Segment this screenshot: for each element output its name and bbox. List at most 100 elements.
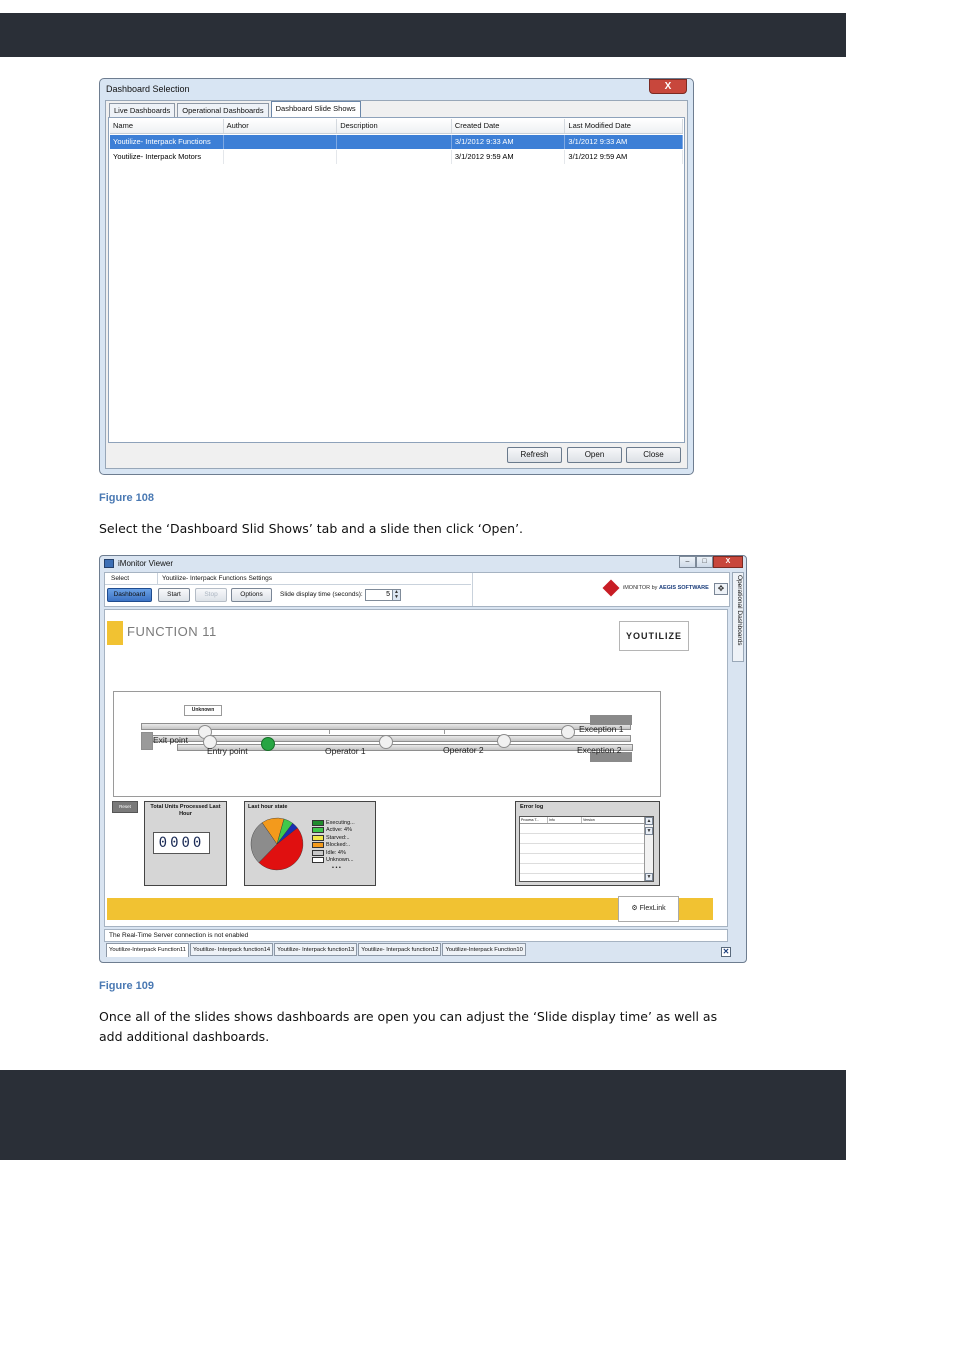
column-header-author[interactable]: Author bbox=[224, 119, 338, 133]
legend-label: Executing... bbox=[326, 819, 355, 826]
cell-created-date: 3/1/2012 9:33 AM bbox=[452, 135, 566, 149]
tab-function12[interactable]: Youtilize- Interpack function12 bbox=[358, 943, 442, 956]
toolbar-divider bbox=[105, 584, 471, 585]
aegis-brand-text: iMONITOR by AEGIS SOFTWARE bbox=[623, 585, 709, 591]
legend-item: Executing... bbox=[312, 819, 355, 827]
operational-dashboards-side-tab[interactable]: Operational Dashboards bbox=[732, 572, 744, 662]
slide-show-list: Name Author Description Created Date Las… bbox=[108, 117, 685, 443]
roller bbox=[561, 725, 575, 739]
legend-label: Blocked:.. bbox=[326, 842, 351, 849]
dialog-tabs: Live Dashboards Operational Dashboards D… bbox=[109, 101, 363, 117]
column-header-created-date[interactable]: Created Date bbox=[452, 119, 566, 133]
instruction-text: Select the ‘Dashboard Slid Shows’ tab an… bbox=[99, 521, 524, 536]
toolbar: Select Youtilize- Interpack Functions Se… bbox=[104, 572, 730, 607]
dashboard-title: FUNCTION 11 bbox=[127, 624, 217, 639]
exit-end-block bbox=[141, 732, 153, 750]
footer-band-page bbox=[0, 1070, 846, 1160]
header-band bbox=[0, 13, 846, 57]
aegis-logo-icon bbox=[602, 579, 620, 597]
cell-description bbox=[337, 135, 452, 149]
conveyor-tick bbox=[329, 730, 330, 734]
stepper-arrows-icon[interactable]: ▲ ▼ bbox=[392, 590, 400, 600]
cell-author bbox=[224, 135, 338, 149]
legend-label: Active: 4% bbox=[326, 827, 352, 834]
legend-item: Active: 4% bbox=[312, 827, 355, 835]
list-header: Name Author Description Created Date Las… bbox=[110, 119, 684, 134]
window-title: iMonitor Viewer bbox=[118, 559, 173, 568]
open-button[interactable]: Open bbox=[567, 447, 622, 463]
units-counter: 0000 bbox=[153, 832, 210, 854]
exception2-label: Exception 2 bbox=[577, 745, 622, 755]
tab-function14[interactable]: Youtilize- Interpack function14 bbox=[190, 943, 274, 956]
slide-time-stepper[interactable]: 5 ▲ ▼ bbox=[365, 589, 401, 601]
error-col-process[interactable]: Process T... bbox=[520, 817, 548, 823]
last-hour-state-panel: Last hour state Executing... Active: 4% … bbox=[244, 801, 376, 886]
tab-dashboard-slide-shows[interactable]: Dashboard Slide Shows bbox=[270, 101, 361, 117]
slide-time-value: 5 bbox=[386, 591, 390, 598]
conveyor-tick bbox=[444, 730, 445, 734]
tab-live-dashboards[interactable]: Live Dashboards bbox=[109, 103, 176, 117]
exit-point-label: Exit point bbox=[153, 735, 188, 745]
units-processed-panel: Total Units Processed Last Hour 0000 bbox=[144, 801, 227, 886]
dialog-body: Live Dashboards Operational Dashboards D… bbox=[105, 100, 688, 469]
error-col-version[interactable]: Version bbox=[582, 817, 646, 823]
window-close-button[interactable]: X bbox=[713, 556, 743, 568]
cell-modified-date: 3/1/2012 9:59 AM bbox=[565, 150, 684, 164]
entry-point-label: Entry point bbox=[207, 746, 248, 756]
column-header-description[interactable]: Description bbox=[337, 119, 452, 133]
pie-svg bbox=[250, 817, 304, 871]
error-log-title: Error log bbox=[520, 804, 544, 810]
table-row bbox=[520, 824, 646, 834]
column-header-name[interactable]: Name bbox=[110, 119, 224, 133]
tab-function10[interactable]: Youtilize-Interpack Function10 bbox=[442, 943, 526, 956]
error-col-info[interactable]: Info bbox=[548, 817, 582, 823]
scroll-down-icon[interactable]: ▼ bbox=[645, 827, 653, 835]
table-row[interactable]: Youtilize- Interpack Functions 3/1/2012 … bbox=[110, 135, 684, 149]
scroll-up-icon[interactable]: ▲ bbox=[645, 817, 653, 825]
cell-created-date: 3/1/2012 9:59 AM bbox=[452, 150, 566, 164]
stop-button[interactable]: Stop bbox=[195, 588, 227, 602]
operator1-label: Operator 1 bbox=[325, 746, 366, 756]
refresh-button[interactable]: Refresh bbox=[507, 447, 562, 463]
table-row bbox=[520, 864, 646, 874]
legend-label: Idle: 4% bbox=[326, 849, 346, 856]
close-button[interactable]: Close bbox=[626, 447, 681, 463]
cell-description bbox=[337, 150, 452, 164]
reset-button[interactable]: Reset bbox=[112, 801, 138, 813]
cell-author bbox=[224, 150, 338, 164]
dialog-close-button[interactable]: X bbox=[649, 79, 687, 94]
dialog-title: Dashboard Selection bbox=[106, 84, 190, 94]
maximize-button[interactable]: □ bbox=[696, 556, 713, 568]
legend-swatch bbox=[312, 842, 324, 849]
legend-swatch bbox=[312, 857, 324, 864]
start-button[interactable]: Start bbox=[158, 588, 190, 602]
error-log-scrollbar[interactable]: ▲ ▼ ▼ bbox=[644, 817, 653, 881]
options-button[interactable]: Options bbox=[231, 588, 272, 602]
cell-name: Youtilize- Interpack Motors bbox=[110, 150, 224, 164]
dashboard-button[interactable]: Dashboard bbox=[107, 588, 152, 602]
legend-item: Unknown... bbox=[312, 857, 355, 865]
error-log-header: Process T... Info Version bbox=[520, 817, 653, 824]
roller bbox=[497, 734, 511, 748]
close-tab-icon[interactable]: ✕ bbox=[721, 947, 731, 957]
tab-operational-dashboards[interactable]: Operational Dashboards bbox=[177, 103, 269, 117]
dashboard-tabs: Youtilize-Interpack Function11 Youtilize… bbox=[106, 943, 527, 957]
conveyor-upper bbox=[141, 723, 631, 730]
tab-function13[interactable]: Youtilize- Interpack function13 bbox=[274, 943, 358, 956]
scroll-end-icon[interactable]: ▼ bbox=[645, 873, 653, 881]
table-row[interactable]: Youtilize- Interpack Motors 3/1/2012 9:5… bbox=[110, 150, 684, 164]
youtilize-logo: YOUTILIZE bbox=[619, 621, 689, 651]
column-header-last-modified-date[interactable]: Last Modified Date bbox=[565, 119, 684, 133]
navigate-icon[interactable]: ✥ bbox=[714, 583, 728, 595]
roller-active bbox=[261, 737, 275, 751]
explanation-text: Once all of the slides shows dashboards … bbox=[99, 1009, 718, 1044]
figure-caption: Figure 108 bbox=[99, 492, 155, 504]
table-row bbox=[520, 834, 646, 844]
brand-name: AEGIS SOFTWARE bbox=[658, 585, 709, 591]
state-panel-title: Last hour state bbox=[248, 804, 288, 810]
minimize-button[interactable]: – bbox=[679, 556, 696, 568]
legend-swatch bbox=[312, 849, 324, 856]
roller bbox=[379, 735, 393, 749]
tab-function11[interactable]: Youtilize-Interpack Function11 bbox=[106, 943, 190, 957]
legend-more: • • • bbox=[332, 864, 341, 871]
